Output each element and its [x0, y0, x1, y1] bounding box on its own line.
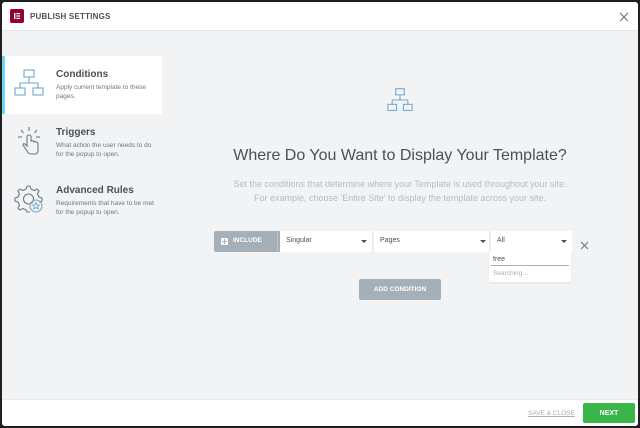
chevron-down-icon: [361, 240, 367, 243]
sidebar-item-desc: Requirements that have to be met for the…: [56, 200, 154, 216]
sidebar-item-advanced-rules[interactable]: Advanced Rules Requirements that have to…: [2, 172, 162, 230]
elementor-logo-icon: [10, 9, 24, 23]
modal-footer: SAVE & CLOSE NEXT: [2, 399, 638, 426]
gear-star-icon: [14, 184, 44, 214]
condition-subtype-select[interactable]: Pages: [374, 231, 490, 252]
modal-header: PUBLISH SETTINGS: [2, 2, 638, 31]
next-button[interactable]: NEXT: [583, 403, 635, 423]
plus-icon: [221, 238, 228, 245]
sidebar-item-desc: What action the user needs to do for the…: [56, 142, 152, 158]
include-label: INCLUDE: [233, 237, 262, 244]
chevron-down-icon: [561, 240, 567, 243]
publish-settings-modal: PUBLISH SETTINGS Conditions Apply curren…: [2, 2, 638, 426]
description-line: For example, choose 'Entire Site' to dis…: [253, 193, 547, 203]
description-line: Set the conditions that determine where …: [233, 179, 567, 189]
sitemap-icon: [14, 68, 44, 98]
select-value: Pages: [380, 237, 400, 244]
sitemap-icon: [387, 87, 413, 113]
sidebar-item-title: Triggers: [56, 127, 96, 138]
add-condition-button[interactable]: ADD CONDITION: [359, 279, 441, 300]
search-input[interactable]: [491, 254, 569, 266]
close-icon[interactable]: [618, 10, 630, 22]
sidebar-item-title: Conditions: [56, 69, 109, 80]
pointer-click-icon: [14, 126, 44, 156]
select-value: Singular: [286, 237, 312, 244]
conditions-panel: Where Do You Want to Display Your Templa…: [162, 31, 638, 399]
remove-condition-icon[interactable]: [580, 237, 589, 250]
save-close-link[interactable]: SAVE & CLOSE: [528, 410, 575, 417]
chevron-down-icon: [480, 240, 486, 243]
page-title: Where Do You Want to Display Your Templa…: [233, 147, 567, 164]
sidebar-item-conditions[interactable]: Conditions Apply current template to the…: [2, 56, 162, 114]
condition-item-select[interactable]: All: [491, 231, 572, 252]
include-button[interactable]: INCLUDE: [214, 231, 277, 252]
search-status: Searching…: [493, 270, 529, 277]
search-dropdown: Searching…: [489, 252, 571, 282]
sidebar-item-desc: Apply current template to these pages.: [56, 84, 146, 100]
sidebar-item-title: Advanced Rules: [56, 185, 134, 196]
condition-type-select[interactable]: Singular: [280, 231, 373, 252]
sidebar-item-triggers[interactable]: Triggers What action the user needs to d…: [2, 114, 162, 172]
page-description: Set the conditions that determine where …: [202, 177, 598, 205]
modal-title: PUBLISH SETTINGS: [30, 11, 111, 21]
sidebar: Conditions Apply current template to the…: [2, 31, 162, 399]
select-value: All: [497, 237, 505, 244]
